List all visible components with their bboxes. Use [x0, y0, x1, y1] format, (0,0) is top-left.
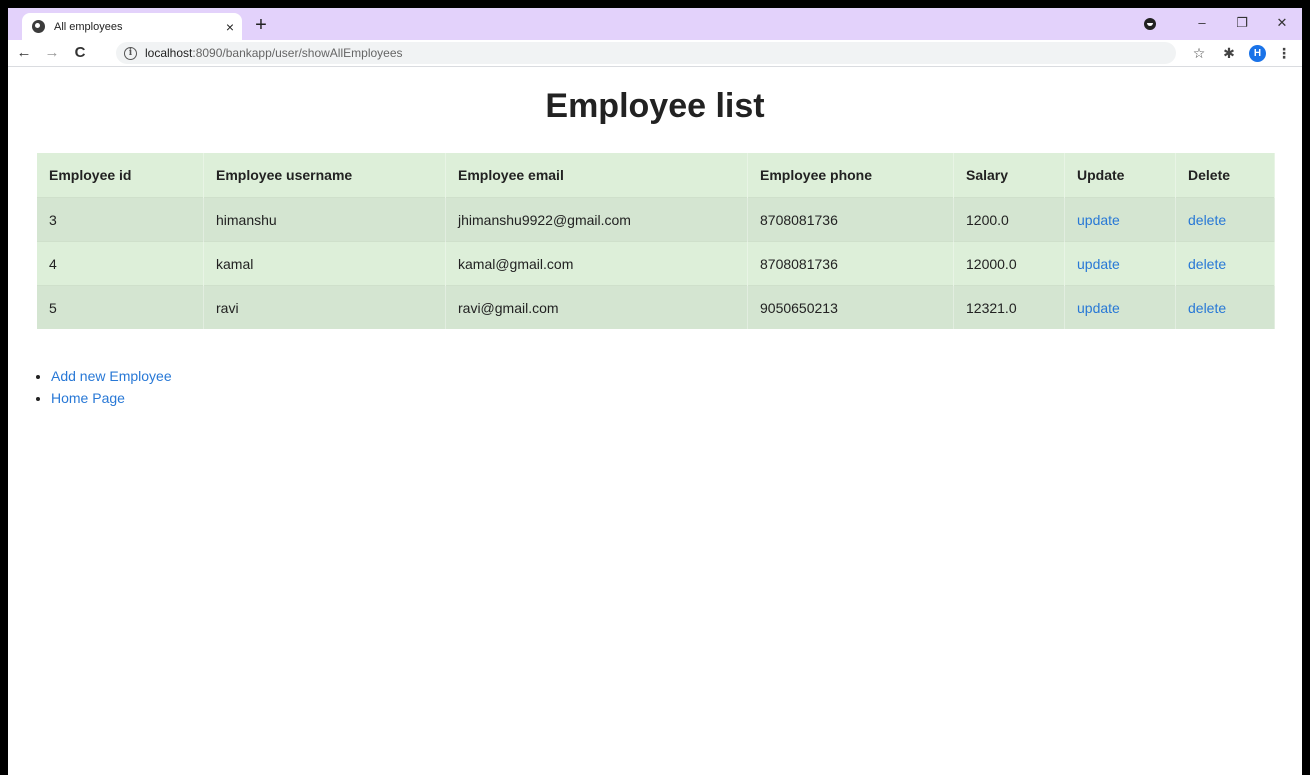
update-link[interactable]: update — [1077, 212, 1120, 228]
browser-toolbar: ← → C i localhost:8090/bankapp/user/show… — [8, 40, 1302, 67]
page-content: Employee list Employee id Employee usern… — [8, 67, 1302, 775]
cell-phone: 9050650213 — [747, 285, 954, 329]
cell-id: 4 — [37, 241, 204, 286]
delete-link[interactable]: delete — [1188, 300, 1226, 316]
header-employee-id: Employee id — [37, 153, 204, 198]
tab-title: All employees — [54, 20, 123, 33]
window-controls: – ❐ ✕ — [1144, 8, 1302, 40]
cell-salary: 12000.0 — [953, 241, 1065, 286]
forward-icon[interactable]: → — [40, 41, 64, 65]
url-path: :8090/bankapp/user/showAllEmployees — [192, 46, 403, 60]
extensions-icon[interactable]: ✱ — [1217, 45, 1241, 62]
header-employee-email: Employee email — [445, 153, 748, 198]
cell-salary: 1200.0 — [953, 197, 1065, 242]
header-employee-phone: Employee phone — [747, 153, 954, 198]
cell-email: jhimanshu9922@gmail.com — [445, 197, 748, 242]
cell-id: 3 — [37, 197, 204, 242]
table-row: 4 kamal kamal@gmail.com 8708081736 12000… — [37, 241, 1275, 286]
list-item: Add new Employee — [51, 365, 172, 387]
browser-window: All employees × + – ❐ ✕ ← → C i localhos… — [0, 0, 1310, 775]
close-window-button[interactable]: ✕ — [1262, 8, 1302, 40]
address-bar[interactable]: i localhost:8090/bankapp/user/showAllEmp… — [116, 42, 1176, 64]
add-new-employee-link[interactable]: Add new Employee — [51, 368, 172, 384]
globe-icon — [32, 20, 45, 33]
employee-table: Employee id Employee username Employee e… — [37, 153, 1275, 329]
menu-icon[interactable]: ⋮ — [1272, 45, 1296, 62]
tab-all-employees[interactable]: All employees × — [22, 13, 242, 40]
close-icon[interactable]: × — [226, 20, 234, 34]
tab-strip: All employees × + – ❐ ✕ — [8, 8, 1302, 40]
table-row: 3 himanshu jhimanshu9922@gmail.com 87080… — [37, 197, 1275, 242]
star-icon[interactable]: ☆ — [1187, 45, 1211, 62]
cell-email: ravi@gmail.com — [445, 285, 748, 329]
minimize-button[interactable]: – — [1182, 8, 1222, 40]
profile-indicator-icon[interactable] — [1144, 18, 1156, 30]
table-header-row: Employee id Employee username Employee e… — [37, 153, 1275, 198]
action-links: Add new Employee Home Page — [36, 365, 172, 409]
info-icon[interactable]: i — [124, 46, 137, 60]
new-tab-button[interactable]: + — [250, 14, 272, 36]
header-update: Update — [1064, 153, 1176, 198]
restore-button[interactable]: ❐ — [1222, 8, 1262, 40]
delete-link[interactable]: delete — [1188, 256, 1226, 272]
cell-username: kamal — [203, 241, 446, 286]
list-item: Home Page — [51, 387, 172, 409]
cell-phone: 8708081736 — [747, 197, 954, 242]
update-link[interactable]: update — [1077, 256, 1120, 272]
cell-id: 5 — [37, 285, 204, 329]
reload-icon[interactable]: C — [68, 41, 92, 65]
page-title: Employee list — [545, 87, 765, 125]
url-host: localhost — [145, 46, 193, 60]
cell-email: kamal@gmail.com — [445, 241, 748, 286]
header-salary: Salary — [953, 153, 1065, 198]
back-icon[interactable]: ← — [12, 41, 36, 65]
delete-link[interactable]: delete — [1188, 212, 1226, 228]
cell-salary: 12321.0 — [953, 285, 1065, 329]
table-row: 5 ravi ravi@gmail.com 9050650213 12321.0… — [37, 285, 1275, 329]
cell-phone: 8708081736 — [747, 241, 954, 286]
header-employee-username: Employee username — [203, 153, 446, 198]
cell-username: ravi — [203, 285, 446, 329]
home-page-link[interactable]: Home Page — [51, 390, 125, 406]
header-delete: Delete — [1175, 153, 1275, 198]
cell-username: himanshu — [203, 197, 446, 242]
update-link[interactable]: update — [1077, 300, 1120, 316]
toolbar-actions: ☆ ✱ H ⋮ — [1181, 40, 1296, 66]
avatar[interactable]: H — [1249, 44, 1266, 62]
